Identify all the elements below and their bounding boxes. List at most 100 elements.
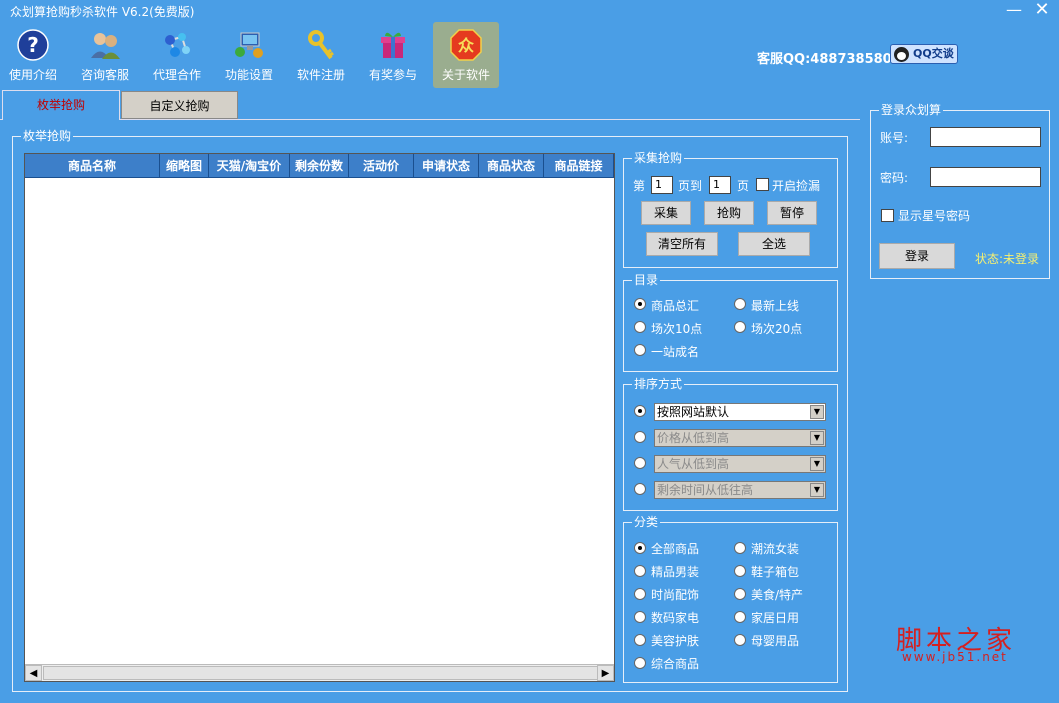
- sort-select-default-value: 按照网站默认: [657, 405, 730, 419]
- auto-pick-checkbox[interactable]: [756, 178, 769, 191]
- category-radio-general[interactable]: [634, 657, 646, 669]
- chevron-down-icon: ▼: [810, 431, 824, 445]
- chevron-down-icon: ▼: [810, 483, 824, 497]
- column-header-remaining[interactable]: 剩余份数: [290, 154, 349, 178]
- catalog-label-8pm: 场次20点: [751, 322, 803, 336]
- from-page-input[interactable]: 1: [651, 176, 673, 194]
- column-header-price[interactable]: 天猫/淘宝价: [209, 154, 290, 178]
- show-password-label: 显示星号密码: [898, 209, 971, 223]
- chevron-down-icon: ▼: [810, 457, 824, 471]
- toolbar-register-button[interactable]: 软件注册: [288, 22, 354, 88]
- buy-button[interactable]: 抢购: [704, 201, 754, 225]
- collect-button[interactable]: 采集: [641, 201, 691, 225]
- account-label: 账号:: [880, 131, 909, 145]
- column-header-link[interactable]: 商品链接: [544, 154, 614, 178]
- catalog-radio-all[interactable]: [634, 298, 646, 310]
- clear-all-button[interactable]: 清空所有: [646, 232, 718, 256]
- sort-radio-popularity[interactable]: [634, 457, 646, 469]
- column-header-activity-price[interactable]: 活动价: [349, 154, 414, 178]
- catalog-label-all: 商品总汇: [651, 299, 700, 313]
- sort-group-title: 排序方式: [632, 377, 685, 391]
- scroll-right-button[interactable]: ▶: [597, 665, 614, 681]
- toolbar-service-button[interactable]: 咨询客服: [72, 22, 138, 88]
- toolbar-about-label: 关于软件: [441, 68, 490, 82]
- category-radio-baby[interactable]: [734, 634, 746, 646]
- toolbar-prize-label: 有奖参与: [368, 68, 417, 82]
- collect-group-title: 采集抢购: [632, 151, 685, 165]
- catalog-label-newest: 最新上线: [751, 299, 800, 313]
- close-button[interactable]: ✕: [1032, 1, 1052, 20]
- column-header-product-status[interactable]: 商品状态: [479, 154, 544, 178]
- category-radio-food[interactable]: [734, 588, 746, 600]
- page-prefix-label: 第: [633, 179, 646, 193]
- catalog-radio-newest[interactable]: [734, 298, 746, 310]
- window-title: 众划算抢购秒杀软件 V6.2(免费版): [10, 5, 195, 19]
- key-icon: [308, 30, 334, 60]
- catalog-radio-10am[interactable]: [634, 321, 646, 333]
- category-label-home: 家居日用: [751, 611, 800, 625]
- svg-text:众: 众: [458, 36, 475, 55]
- pause-button[interactable]: 暂停: [767, 201, 817, 225]
- qq-penguin-icon: [894, 47, 909, 62]
- catalog-radio-8pm[interactable]: [734, 321, 746, 333]
- login-status: 状态:未登录: [975, 252, 1040, 266]
- password-label: 密码:: [880, 171, 909, 185]
- category-label-general: 综合商品: [651, 657, 700, 671]
- category-label-all: 全部商品: [651, 542, 700, 556]
- catalog-label-10am: 场次10点: [651, 322, 703, 336]
- toolbar-help-button[interactable]: ? 使用介绍: [0, 22, 66, 88]
- tab-divider: [0, 119, 860, 120]
- column-header-apply-status[interactable]: 申请状态: [414, 154, 479, 178]
- horizontal-scrollbar[interactable]: ◀ ▶: [25, 664, 614, 681]
- product-list[interactable]: 商品名称 缩略图 天猫/淘宝价 剩余份数 活动价 申请状态 商品状态 商品链接 …: [24, 153, 615, 682]
- login-button[interactable]: 登录: [879, 243, 955, 269]
- customer-service-qq: 客服QQ:488738580: [757, 52, 892, 67]
- sort-select-popularity: 人气从低到高 ▼: [654, 455, 826, 473]
- category-radio-digital[interactable]: [634, 611, 646, 623]
- zhong-logo-icon: 众: [450, 29, 482, 61]
- qq-chat-label: QQ交谈: [913, 47, 954, 60]
- column-header-name[interactable]: 商品名称: [25, 154, 160, 178]
- sort-radio-default[interactable]: [634, 405, 646, 417]
- qq-chat-button[interactable]: QQ交谈: [890, 44, 958, 64]
- category-label-food: 美食/特产: [751, 588, 804, 602]
- category-radio-all[interactable]: [634, 542, 646, 554]
- sort-select-time: 剩余时间从低往高 ▼: [654, 481, 826, 499]
- watermark-url: www.jb51.net: [902, 650, 1008, 664]
- tab-custom-buy[interactable]: 自定义抢购: [121, 91, 238, 119]
- catalog-radio-famous[interactable]: [634, 344, 646, 356]
- page-suffix-label: 页: [737, 179, 750, 193]
- tab-enum-buy[interactable]: 枚举抢购: [2, 90, 120, 120]
- category-radio-home[interactable]: [734, 611, 746, 623]
- to-page-input[interactable]: 1: [709, 176, 731, 194]
- toolbar-prize-button[interactable]: 有奖参与: [360, 22, 426, 88]
- account-input[interactable]: [930, 127, 1041, 147]
- toolbar-help-label: 使用介绍: [8, 68, 57, 82]
- toolbar-settings-button[interactable]: 功能设置: [216, 22, 282, 88]
- category-label-women: 潮流女装: [751, 542, 800, 556]
- gift-box-icon: [381, 32, 405, 58]
- select-all-button[interactable]: 全选: [738, 232, 810, 256]
- scroll-thumb[interactable]: [43, 666, 598, 680]
- category-radio-accessories[interactable]: [634, 588, 646, 600]
- toolbar-about-button[interactable]: 众 关于软件: [433, 22, 499, 88]
- category-radio-beauty[interactable]: [634, 634, 646, 646]
- category-radio-women[interactable]: [734, 542, 746, 554]
- column-header-thumbnail[interactable]: 缩略图: [160, 154, 209, 178]
- svg-text:?: ?: [27, 33, 39, 57]
- toolbar-agency-button[interactable]: 代理合作: [144, 22, 210, 88]
- category-radio-shoes[interactable]: [734, 565, 746, 577]
- product-list-header: 商品名称 缩略图 天猫/淘宝价 剩余份数 活动价 申请状态 商品状态 商品链接: [25, 154, 614, 178]
- category-radio-men[interactable]: [634, 565, 646, 577]
- show-password-checkbox[interactable]: [881, 209, 894, 222]
- sort-select-default[interactable]: 按照网站默认 ▼: [654, 403, 826, 421]
- catalog-group-title: 目录: [632, 273, 661, 287]
- sort-radio-price[interactable]: [634, 431, 646, 443]
- minimize-button[interactable]: —: [1004, 2, 1024, 20]
- sort-radio-time[interactable]: [634, 483, 646, 495]
- customer-service-icon: [91, 33, 120, 59]
- sort-select-time-value: 剩余时间从低往高: [657, 483, 754, 497]
- catalog-label-famous: 一站成名: [651, 345, 700, 359]
- scroll-left-button[interactable]: ◀: [25, 665, 42, 681]
- password-input[interactable]: [930, 167, 1041, 187]
